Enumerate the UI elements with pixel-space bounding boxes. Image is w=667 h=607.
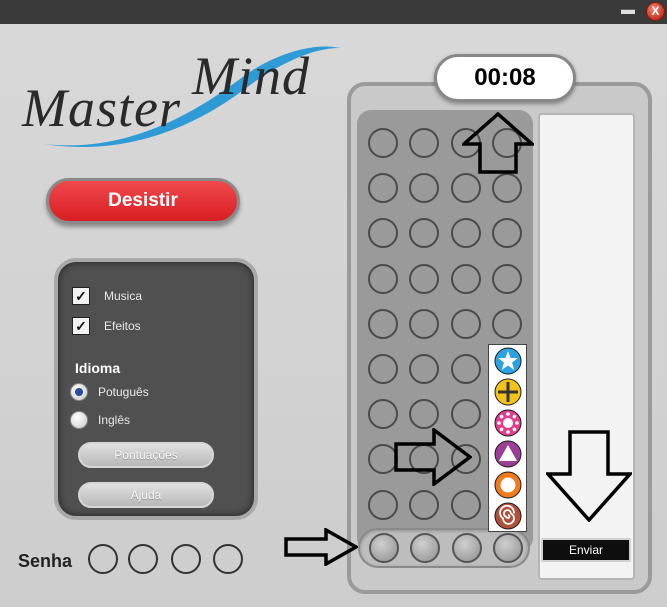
right-arrow-icon <box>284 528 358 566</box>
plus-peg-icon[interactable] <box>492 378 524 406</box>
guess-hole <box>368 128 398 158</box>
ingles-radio[interactable] <box>70 411 88 429</box>
guess-hole <box>409 173 439 203</box>
senha-slot <box>171 544 201 574</box>
guess-hole <box>368 309 398 339</box>
guess-hole <box>368 218 398 248</box>
guess-hole <box>409 399 439 429</box>
senha-label: Senha <box>18 551 73 571</box>
guess-hole <box>451 309 481 339</box>
pontuacoes-button[interactable]: Pontuações <box>78 442 214 468</box>
minimize-button[interactable]: ▬ <box>618 2 638 18</box>
guess-hole <box>409 128 439 158</box>
right-arrow-icon <box>394 428 472 486</box>
efeitos-label: Efeitos <box>104 319 141 333</box>
title-bar: ▬ X <box>0 0 667 24</box>
triangle-peg-icon[interactable] <box>492 440 524 468</box>
guess-hole <box>368 173 398 203</box>
svg-text:Mind: Mind <box>191 46 310 106</box>
svg-text:Master: Master <box>21 78 181 138</box>
current-guess-slot[interactable] <box>369 533 399 563</box>
guess-hole <box>368 264 398 294</box>
guess-hole <box>492 173 522 203</box>
guess-hole <box>368 399 398 429</box>
musica-option[interactable]: ✓ Musica <box>72 286 142 306</box>
current-guess-slot[interactable] <box>410 533 440 563</box>
efeitos-checkbox[interactable]: ✓ <box>72 317 90 335</box>
desistir-button[interactable]: Desistir <box>46 178 240 224</box>
enviar-button[interactable]: Enviar <box>541 538 631 562</box>
musica-label: Musica <box>104 289 143 303</box>
guess-hole <box>409 354 439 384</box>
current-guess-slot[interactable] <box>452 533 482 563</box>
guess-hole <box>451 490 481 520</box>
guess-hole <box>409 490 439 520</box>
efeitos-option[interactable]: ✓ Efeitos <box>72 316 141 336</box>
portugues-label: Potuguês <box>98 385 149 399</box>
spiral-peg-icon[interactable] <box>492 502 524 530</box>
ajuda-button[interactable]: Ajuda <box>78 482 214 508</box>
ingles-label: Inglês <box>98 413 131 427</box>
guess-hole <box>451 173 481 203</box>
guess-hole <box>409 218 439 248</box>
guess-hole <box>492 218 522 248</box>
up-arrow-icon <box>462 112 534 174</box>
portugues-radio[interactable] <box>70 383 88 401</box>
guess-hole <box>451 264 481 294</box>
guess-hole <box>368 354 398 384</box>
star-peg-icon[interactable] <box>492 347 524 375</box>
guess-hole <box>451 218 481 248</box>
options-panel: ✓ Musica ✓ Efeitos Idioma Potuguês Inglê… <box>54 258 258 520</box>
language-portugues[interactable]: Potuguês <box>70 382 149 402</box>
down-arrow-icon <box>546 430 632 522</box>
close-button[interactable]: X <box>646 2 665 21</box>
guess-hole <box>451 399 481 429</box>
ring-peg-icon[interactable] <box>492 471 524 499</box>
guess-hole <box>451 354 481 384</box>
guess-hole <box>409 309 439 339</box>
sun-peg-icon[interactable] <box>492 409 524 437</box>
idioma-heading: Idioma <box>75 360 121 376</box>
color-palette <box>488 344 527 532</box>
current-guess-slot[interactable] <box>493 533 523 563</box>
senha-slot <box>213 544 243 574</box>
guess-hole <box>409 264 439 294</box>
musica-checkbox[interactable]: ✓ <box>72 287 90 305</box>
language-ingles[interactable]: Inglês <box>70 410 130 430</box>
guess-hole <box>492 309 522 339</box>
mastermind-logo: Master Mind <box>21 46 340 147</box>
guess-hole <box>368 490 398 520</box>
guess-hole <box>492 264 522 294</box>
senha-slot <box>128 544 158 574</box>
timer-display: 00:08 <box>434 54 576 102</box>
senha-slot <box>88 544 118 574</box>
